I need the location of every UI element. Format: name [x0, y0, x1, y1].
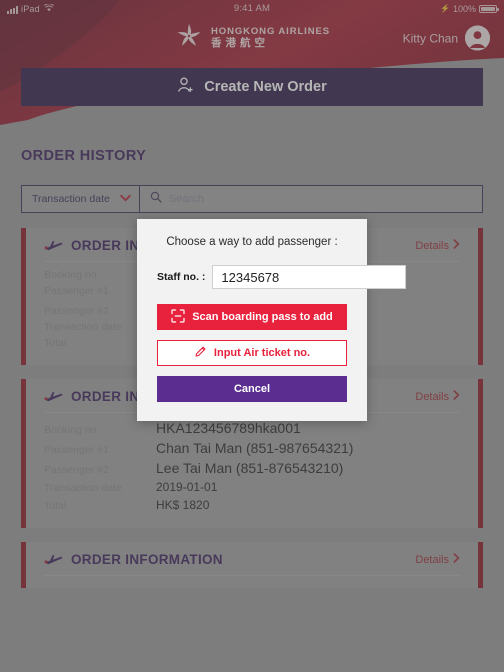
cancel-button[interactable]: Cancel	[157, 376, 347, 402]
add-passenger-modal: Choose a way to add passenger : Staff no…	[137, 219, 407, 421]
cancel-label: Cancel	[233, 383, 271, 395]
scan-boarding-pass-button[interactable]: Scan boarding pass to add	[157, 304, 347, 330]
input-air-ticket-button[interactable]: Input Air ticket no.	[157, 340, 347, 366]
modal-title: Choose a way to add passenger :	[166, 236, 338, 248]
staff-no-row: Staff no. :	[157, 265, 407, 289]
staff-no-input[interactable]	[212, 265, 407, 289]
input-air-ticket-label: Input Air ticket no.	[213, 347, 311, 359]
pencil-icon	[194, 345, 207, 361]
app-root: iPad 9:41 AM ⚡ 100% HONGKONG AIRLINES 香港…	[0, 0, 504, 672]
staff-no-label: Staff no. :	[157, 271, 206, 283]
scan-boarding-pass-label: Scan boarding pass to add	[192, 311, 333, 323]
scan-frame-icon	[171, 308, 185, 326]
